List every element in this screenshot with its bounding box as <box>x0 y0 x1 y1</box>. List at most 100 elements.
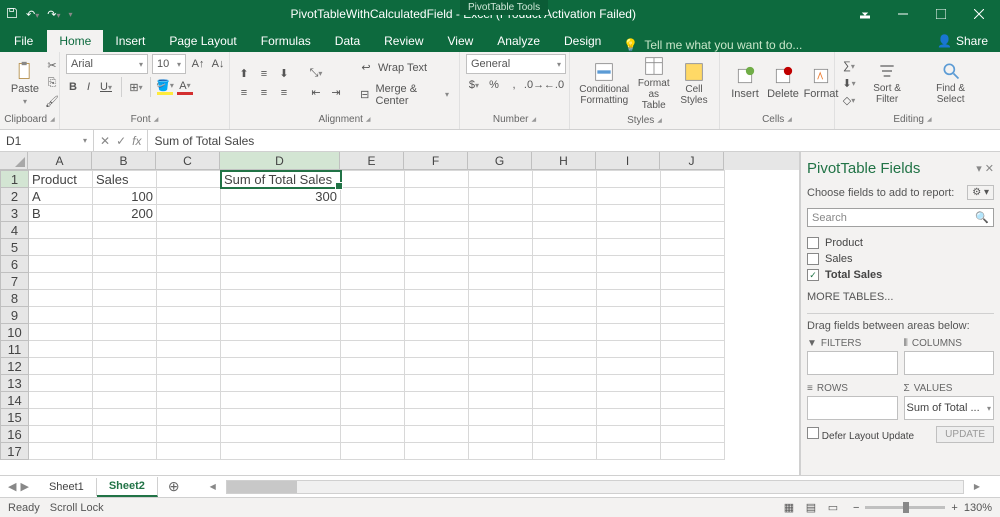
tab-insert[interactable]: Insert <box>103 30 157 52</box>
cell[interactable] <box>469 375 533 392</box>
row-header[interactable]: 14 <box>1 392 29 409</box>
clear-icon[interactable]: ◇▾ <box>841 92 857 108</box>
cell[interactable] <box>341 205 405 222</box>
cell[interactable] <box>221 409 341 426</box>
save-icon[interactable] <box>6 7 18 22</box>
cell[interactable] <box>597 409 661 426</box>
zoom-in-icon[interactable]: + <box>951 502 957 514</box>
align-top-icon[interactable]: ⬆ <box>236 66 252 82</box>
cell[interactable] <box>597 273 661 290</box>
field-list-options[interactable]: ⚙ ▾ <box>967 185 994 200</box>
cell[interactable] <box>221 222 341 239</box>
cell[interactable] <box>93 443 157 460</box>
sheet-tab-sheet1[interactable]: Sheet1 <box>37 478 97 496</box>
increase-indent-icon[interactable]: ⇥ <box>328 85 344 101</box>
column-header[interactable]: D <box>220 152 340 170</box>
cell[interactable] <box>597 256 661 273</box>
cell[interactable] <box>469 239 533 256</box>
cell[interactable] <box>341 375 405 392</box>
cell[interactable] <box>661 307 725 324</box>
row-header[interactable]: 8 <box>1 290 29 307</box>
cell[interactable] <box>29 443 93 460</box>
cell[interactable] <box>533 443 597 460</box>
cell[interactable] <box>93 222 157 239</box>
qat-customize-icon[interactable]: ▾ <box>68 10 72 19</box>
cell[interactable] <box>341 324 405 341</box>
cell[interactable] <box>221 443 341 460</box>
cell[interactable] <box>93 392 157 409</box>
filters-dropzone[interactable] <box>807 351 898 375</box>
cell[interactable] <box>661 409 725 426</box>
number-format-combo[interactable]: General▾ <box>466 54 566 74</box>
cell[interactable] <box>221 273 341 290</box>
row-header[interactable]: 7 <box>1 273 29 290</box>
cell[interactable] <box>29 341 93 358</box>
sheet-nav-next-icon[interactable]: ▶ <box>20 480 28 493</box>
font-name-combo[interactable]: Arial▾ <box>66 54 148 74</box>
cell[interactable] <box>157 307 221 324</box>
hscroll-left-icon[interactable]: ◀ <box>210 482 216 491</box>
cell[interactable] <box>533 273 597 290</box>
cell[interactable] <box>93 324 157 341</box>
decrease-indent-icon[interactable]: ⇤ <box>308 85 324 101</box>
cell[interactable] <box>221 324 341 341</box>
cell[interactable] <box>29 307 93 324</box>
cell[interactable] <box>341 358 405 375</box>
insert-cells-button[interactable]: Insert <box>726 64 764 102</box>
cell[interactable] <box>405 375 469 392</box>
align-bottom-icon[interactable]: ⬇ <box>276 66 292 82</box>
minimize-icon[interactable] <box>886 2 920 26</box>
cell[interactable] <box>221 290 341 307</box>
cell[interactable] <box>157 341 221 358</box>
cell[interactable] <box>93 256 157 273</box>
column-header[interactable]: C <box>156 152 220 170</box>
tell-me-search[interactable]: 💡 Tell me what you want to do... <box>613 38 925 52</box>
cell[interactable] <box>533 392 597 409</box>
cell[interactable] <box>661 392 725 409</box>
cell[interactable] <box>341 409 405 426</box>
field-checkbox[interactable]: ✓ <box>807 269 819 281</box>
cell[interactable] <box>341 273 405 290</box>
cell[interactable] <box>93 290 157 307</box>
tab-data[interactable]: Data <box>323 30 372 52</box>
copy-icon[interactable]: ⎘ <box>44 75 60 91</box>
cell[interactable] <box>469 188 533 205</box>
align-right-icon[interactable]: ≡ <box>276 85 292 101</box>
cell[interactable] <box>29 375 93 392</box>
cell[interactable] <box>533 358 597 375</box>
cell[interactable] <box>341 290 405 307</box>
cell[interactable] <box>157 239 221 256</box>
cell[interactable]: 300 <box>221 188 341 205</box>
cell[interactable] <box>29 273 93 290</box>
decrease-font-icon[interactable]: A↓ <box>210 56 226 72</box>
cell[interactable] <box>533 290 597 307</box>
page-break-view-icon[interactable]: ▭ <box>823 500 843 516</box>
cell[interactable] <box>597 426 661 443</box>
cell[interactable] <box>405 426 469 443</box>
increase-decimal-icon[interactable]: .0→ <box>526 77 542 93</box>
tab-file[interactable]: File <box>0 30 47 52</box>
cell[interactable] <box>597 239 661 256</box>
close-icon[interactable] <box>962 2 996 26</box>
fill-icon[interactable]: ⬇▾ <box>841 75 857 91</box>
autosum-icon[interactable]: ∑▾ <box>841 58 857 74</box>
cell[interactable] <box>93 358 157 375</box>
cell[interactable] <box>405 307 469 324</box>
font-color-icon[interactable]: A▾ <box>177 79 193 95</box>
column-header[interactable]: I <box>596 152 660 170</box>
cell[interactable] <box>533 307 597 324</box>
cell[interactable] <box>341 426 405 443</box>
cancel-formula-icon[interactable]: ✕ <box>100 134 110 148</box>
increase-font-icon[interactable]: A↑ <box>190 56 206 72</box>
cell[interactable] <box>221 341 341 358</box>
column-header[interactable]: J <box>660 152 724 170</box>
cell[interactable] <box>533 256 597 273</box>
name-box[interactable]: D1▾ <box>0 130 94 151</box>
enter-formula-icon[interactable]: ✓ <box>116 134 126 148</box>
cell[interactable] <box>661 239 725 256</box>
comma-icon[interactable]: , <box>506 77 522 93</box>
tab-analyze[interactable]: Analyze <box>485 30 552 52</box>
worksheet-grid[interactable]: ABCDEFGHIJ 1ProductSalesSum of Total Sal… <box>0 152 800 475</box>
cell[interactable] <box>661 205 725 222</box>
field-item[interactable]: Product <box>807 235 994 251</box>
